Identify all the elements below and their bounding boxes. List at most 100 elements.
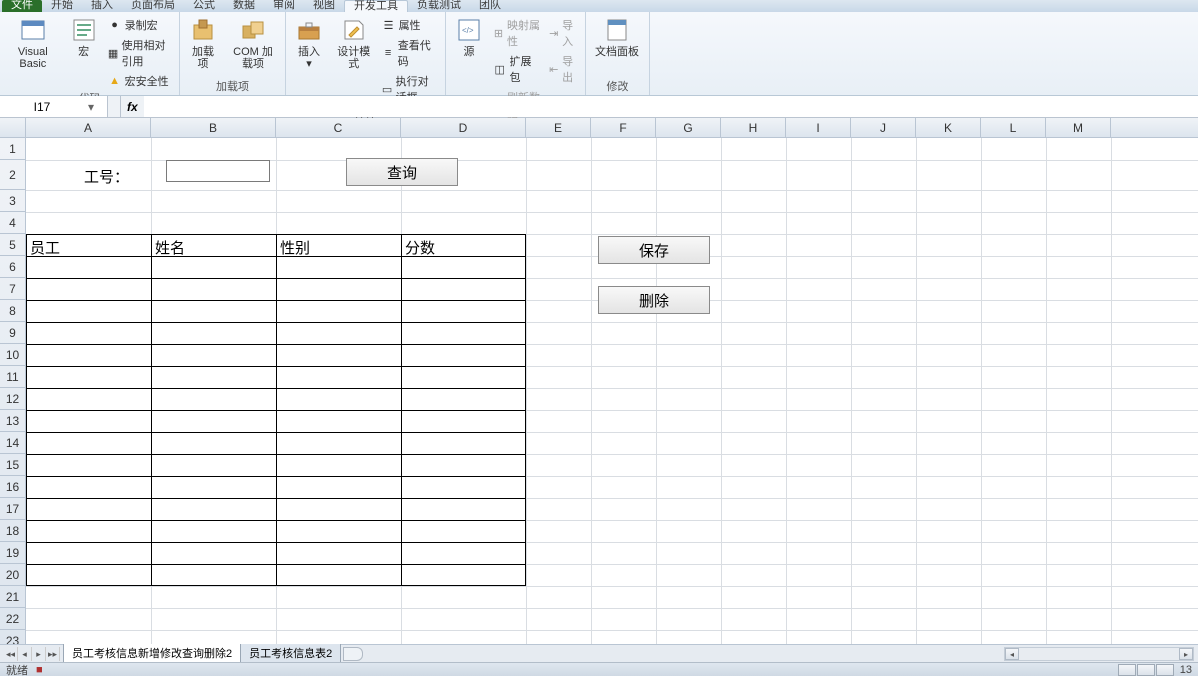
horizontal-scrollbar[interactable]: ◂ ▸ [367,647,1194,661]
row-header-15[interactable]: 15 [0,454,25,476]
row-header-20[interactable]: 20 [0,564,25,586]
gridline-h [26,586,1198,587]
sheet-nav-first-icon[interactable]: ◂◂ [4,647,18,661]
row-header-14[interactable]: 14 [0,432,25,454]
record-indicator-icon[interactable]: ■ [36,664,43,676]
col-header-K[interactable]: K [916,118,981,137]
row-header-19[interactable]: 19 [0,542,25,564]
record-macro-button[interactable]: ●录制宏 [106,16,175,34]
view-code-button[interactable]: ≡查看代码 [380,36,441,70]
col-header-D[interactable]: D [401,118,526,137]
sheet-tab-0[interactable]: 员工考核信息新增修改查询删除2 [63,644,241,663]
export-button[interactable]: ⇤导出 [546,52,581,86]
properties-icon: ☰ [382,18,396,32]
row-header-5[interactable]: 5 [0,234,25,256]
scroll-right-icon[interactable]: ▸ [1179,648,1193,660]
row-header-4[interactable]: 4 [0,212,25,234]
row-header-2[interactable]: 2 [0,160,25,190]
view-pagebreak-button[interactable] [1156,664,1174,676]
xml-source-button[interactable]: </> 源 [450,14,488,60]
row-header-7[interactable]: 7 [0,278,25,300]
row-header-11[interactable]: 11 [0,366,25,388]
name-box[interactable]: ▾ [0,96,108,117]
tab-6[interactable]: 视图 [304,0,344,12]
gridline-h [26,608,1198,609]
scroll-left-icon[interactable]: ◂ [1005,648,1019,660]
row-header-9[interactable]: 9 [0,322,25,344]
emp-id-input[interactable] [166,160,270,182]
new-sheet-button[interactable] [343,647,363,661]
table-hline [26,542,526,543]
tab-4[interactable]: 数据 [224,0,264,12]
design-mode-button[interactable]: 设计模式 [331,14,377,72]
tab-3[interactable]: 公式 [184,0,224,12]
col-header-B[interactable]: B [151,118,276,137]
com-addins-button[interactable]: COM 加载项 [225,14,281,72]
row-header-6[interactable]: 6 [0,256,25,278]
macro-button[interactable]: 宏 [65,14,103,60]
addins-icon [189,16,217,44]
row-header-17[interactable]: 17 [0,498,25,520]
col-header-J[interactable]: J [851,118,916,137]
delete-button[interactable]: 删除 [598,286,710,314]
col-header-I[interactable]: I [786,118,851,137]
name-box-input[interactable] [0,100,84,114]
query-button[interactable]: 查询 [346,158,458,186]
tab-5[interactable]: 审阅 [264,0,304,12]
table-hline [26,300,526,301]
tab-7[interactable]: 开发工具 [344,0,408,12]
insert-control-button[interactable]: 插入▾ [290,14,328,72]
fx-button[interactable]: fx [121,96,144,117]
formula-input[interactable] [144,96,1198,117]
row-header-21[interactable]: 21 [0,586,25,608]
import-button[interactable]: ⇥导入 [546,16,581,50]
select-all-corner[interactable] [0,118,26,138]
tab-1[interactable]: 插入 [82,0,122,12]
col-header-C[interactable]: C [276,118,401,137]
table-hline [26,520,526,521]
view-normal-button[interactable] [1118,664,1136,676]
tab-0[interactable]: 开始 [42,0,82,12]
row-header-13[interactable]: 13 [0,410,25,432]
col-header-E[interactable]: E [526,118,591,137]
cells-area[interactable]: 工号： 查询 保存 删除 员工 姓名 性别 分数 [26,138,1198,644]
tab-8[interactable]: 负载测试 [408,0,470,12]
sheet-nav-prev-icon[interactable]: ◂ [18,647,32,661]
col-header-L[interactable]: L [981,118,1046,137]
row-header-1[interactable]: 1 [0,138,25,160]
col-header-A[interactable]: A [26,118,151,137]
col-header-H[interactable]: H [721,118,786,137]
tab-file[interactable]: 文件 [2,0,42,12]
sheet-nav-last-icon[interactable]: ▸▸ [46,647,60,661]
row-header-3[interactable]: 3 [0,190,25,212]
visual-basic-button[interactable]: Visual Basic [4,14,62,72]
tab-2[interactable]: 页面布局 [122,0,184,12]
map-props-button[interactable]: ⊞映射属性 [491,16,543,50]
col-header-G[interactable]: G [656,118,721,137]
sheet-tab-1[interactable]: 员工考核信息表2 [240,644,341,663]
properties-button[interactable]: ☰属性 [380,16,441,34]
row-header-16[interactable]: 16 [0,476,25,498]
col-header-M[interactable]: M [1046,118,1111,137]
sheet-nav-next-icon[interactable]: ▸ [32,647,46,661]
view-pagelayout-button[interactable] [1137,664,1155,676]
macro-security-button[interactable]: ▲宏安全性 [106,72,175,90]
row-header-12[interactable]: 12 [0,388,25,410]
row-header-10[interactable]: 10 [0,344,25,366]
tab-9[interactable]: 团队 [470,0,510,12]
name-box-dropdown-icon[interactable]: ▾ [84,100,98,114]
spreadsheet-grid[interactable]: ABCDEFGHIJKLM 12345678910111213141516171… [0,118,1198,644]
relative-ref-button[interactable]: ▦使用相对引用 [106,36,175,70]
expansion-button[interactable]: ◫扩展包 [491,52,543,86]
col-header-F[interactable]: F [591,118,656,137]
row-header-22[interactable]: 22 [0,608,25,630]
row-header-18[interactable]: 18 [0,520,25,542]
doc-panel-button[interactable]: 文档面板 [590,14,644,60]
table-header-name: 姓名 [155,237,185,258]
row-header-8[interactable]: 8 [0,300,25,322]
addins-button[interactable]: 加载项 [184,14,222,72]
save-button[interactable]: 保存 [598,236,710,264]
gridline-v [981,138,982,644]
zoom-value[interactable]: 13 [1180,664,1192,676]
row-header-23[interactable]: 23 [0,630,25,644]
